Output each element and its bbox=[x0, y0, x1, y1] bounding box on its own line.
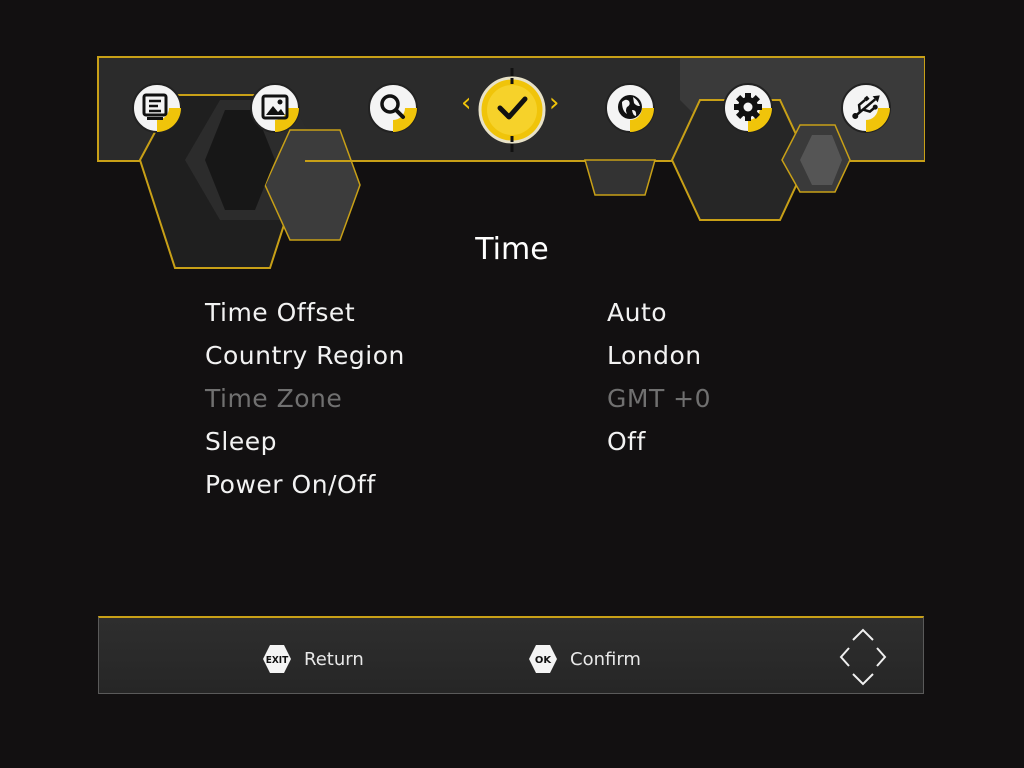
setting-label: Sleep bbox=[205, 427, 277, 456]
setting-value: Auto bbox=[607, 298, 668, 327]
setting-value: London bbox=[607, 341, 702, 370]
setting-label: Country Region bbox=[205, 341, 405, 370]
setting-row-sleep[interactable]: Sleep Off bbox=[205, 427, 725, 467]
setting-value: Off bbox=[607, 427, 646, 456]
usb-icon[interactable] bbox=[840, 82, 892, 134]
setting-label: Time Offset bbox=[205, 298, 356, 327]
setting-row-time-zone: Time Zone GMT +0 bbox=[205, 384, 725, 424]
ok-badge-text: OK bbox=[535, 655, 553, 666]
globe-icon[interactable] bbox=[604, 82, 656, 134]
setting-row-time-offset[interactable]: Time Offset Auto bbox=[205, 298, 725, 338]
gear-icon[interactable] bbox=[722, 82, 774, 134]
exit-badge-icon: EXIT bbox=[263, 645, 291, 673]
setting-label: Time Zone bbox=[205, 384, 343, 413]
setting-label: Power On/Off bbox=[205, 470, 376, 499]
confirm-label: Confirm bbox=[570, 648, 641, 670]
exit-badge-text: EXIT bbox=[266, 655, 289, 666]
direction-pad-icon bbox=[839, 628, 887, 686]
footer-bar: EXIT Return OK Confirm bbox=[98, 616, 924, 694]
search-icon[interactable] bbox=[367, 82, 419, 134]
ok-badge-icon: OK bbox=[529, 645, 557, 673]
setting-row-power-on-off[interactable]: Power On/Off bbox=[205, 470, 725, 510]
confirm-button[interactable]: OK Confirm bbox=[528, 644, 641, 674]
page-title: Time bbox=[475, 232, 549, 267]
return-button[interactable]: EXIT Return bbox=[262, 644, 364, 674]
next-arrow-icon[interactable]: › bbox=[549, 88, 559, 118]
program-list-icon[interactable] bbox=[131, 82, 183, 134]
clock-check-icon[interactable] bbox=[478, 66, 546, 154]
setting-row-country-region[interactable]: Country Region London bbox=[205, 341, 725, 381]
picture-icon[interactable] bbox=[249, 82, 301, 134]
return-label: Return bbox=[304, 648, 364, 670]
prev-arrow-icon[interactable]: ‹ bbox=[461, 88, 471, 118]
setting-value: GMT +0 bbox=[607, 384, 712, 413]
